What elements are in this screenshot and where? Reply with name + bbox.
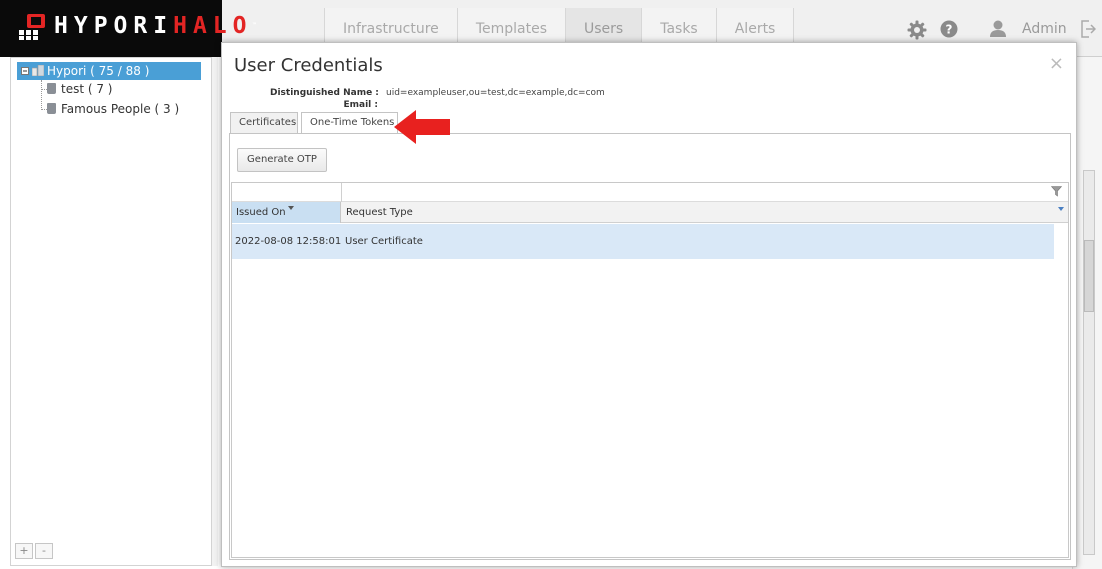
sort-desc-icon <box>288 206 294 210</box>
tree-node-root-label: Hypori ( 75 / 88 ) <box>47 64 150 78</box>
logout-icon[interactable] <box>1080 20 1096 38</box>
user-name[interactable]: Admin <box>1022 21 1067 37</box>
logo-text: HYPORIHALO™ <box>54 9 256 43</box>
logo-mark-icon <box>19 14 45 40</box>
dn-label: Distinguished Name : <box>270 88 379 98</box>
user-icon <box>990 20 1006 37</box>
org-tree-panel: Hypori ( 75 / 88 ) test ( 7 ) Famous Peo… <box>10 57 212 566</box>
logo: HYPORIHALO™ <box>0 0 256 57</box>
annotation-arrow-icon <box>394 110 450 144</box>
column-menu-icon[interactable] <box>1058 207 1064 211</box>
cell-issued-on: 2022-08-08 12:58:01 <box>235 236 342 247</box>
column-header-issued-on[interactable]: Issued On <box>232 202 341 223</box>
tree-node-test-label: test ( 7 ) <box>61 82 113 96</box>
email-label: Email : <box>343 100 378 110</box>
collapse-icon[interactable] <box>21 67 29 75</box>
table-row[interactable]: 2022-08-08 12:58:01 User Certificate <box>232 224 1054 259</box>
logo-text-white: HYPORI <box>54 13 174 39</box>
gear-icon[interactable] <box>907 20 927 40</box>
tokens-grid: Issued On Request Type 2022-08-08 12:58:… <box>231 182 1069 558</box>
group-icon <box>47 103 56 114</box>
tab-certificates[interactable]: Certificates <box>230 112 298 134</box>
background-scrollbar[interactable] <box>1083 170 1095 555</box>
filter-icon[interactable] <box>1051 186 1062 197</box>
panel-splitter[interactable] <box>212 57 218 566</box>
user-credentials-dialog: User Credentials × Distinguished Name : … <box>221 42 1077 567</box>
tree-connector <box>41 80 42 110</box>
add-node-button[interactable]: + <box>15 543 33 559</box>
tree-node-famous-people-label: Famous People ( 3 ) <box>61 102 180 116</box>
org-icon <box>31 64 45 77</box>
logo-text-red: HALO <box>173 13 253 39</box>
remove-node-button[interactable]: - <box>35 543 53 559</box>
dialog-title: User Credentials <box>234 55 383 76</box>
help-icon[interactable]: ? <box>940 20 958 38</box>
svg-text:?: ? <box>946 23 953 37</box>
tree-footer: + - <box>15 543 53 559</box>
tab-panel-one-time-tokens: Generate OTP Issued On Request Type 2022… <box>229 133 1071 560</box>
grid-filter-row <box>232 183 1068 202</box>
close-icon[interactable]: × <box>1049 55 1064 73</box>
group-icon <box>47 83 56 94</box>
cell-request-type: User Certificate <box>345 236 423 247</box>
tree-node-famous-people[interactable]: Famous People ( 3 ) <box>47 100 179 118</box>
tree-node-root[interactable]: Hypori ( 75 / 88 ) <box>17 62 201 80</box>
tree-node-test[interactable]: test ( 7 ) <box>47 80 113 98</box>
column-header-issued-on-label: Issued On <box>236 207 286 218</box>
generate-otp-button[interactable]: Generate OTP <box>237 148 327 172</box>
column-header-request-type[interactable]: Request Type <box>342 202 1054 223</box>
grid-header: Issued On Request Type <box>232 202 1068 223</box>
dn-value: uid=exampleuser,ou=test,dc=example,dc=co… <box>386 88 605 98</box>
background-scrollbar-thumb[interactable] <box>1084 240 1094 312</box>
trademark: ™ <box>252 22 257 29</box>
tab-one-time-tokens[interactable]: One-Time Tokens <box>301 112 398 135</box>
column-divider <box>341 183 342 202</box>
